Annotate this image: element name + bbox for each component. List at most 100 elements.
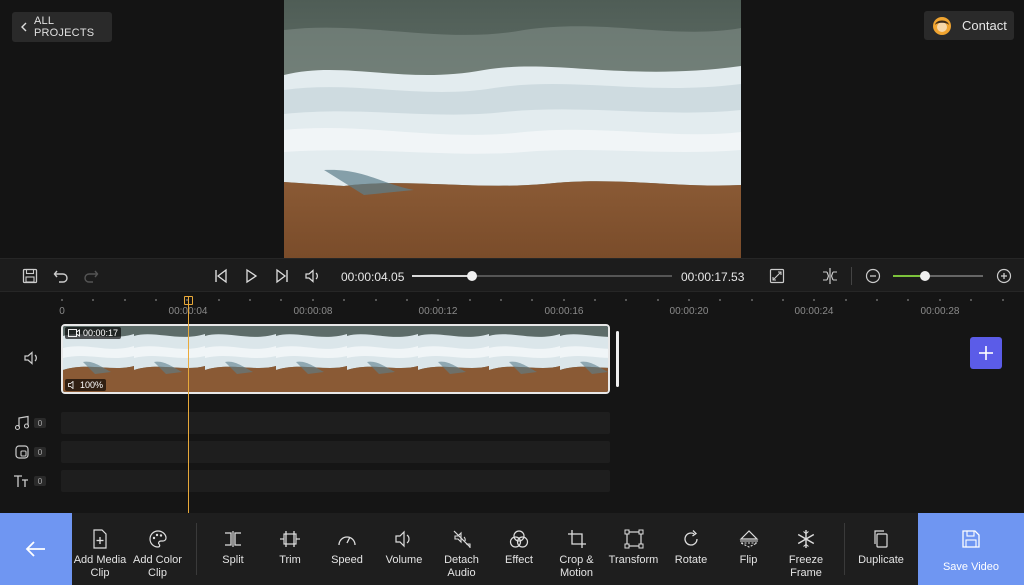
skip-back-icon[interactable]: [212, 267, 230, 285]
split-icon: [223, 529, 243, 549]
ruler-tick: [437, 299, 440, 301]
ruler-tick: [311, 299, 314, 301]
play-icon[interactable]: [242, 267, 260, 285]
speed-button[interactable]: Speed: [319, 513, 375, 585]
total-time: 00:00:17.53: [681, 270, 745, 284]
effect-icon: [509, 529, 529, 549]
rotate-button[interactable]: Rotate: [663, 513, 719, 585]
save-video-button[interactable]: Save Video: [918, 513, 1024, 585]
ruler-tick: [249, 299, 252, 301]
ruler-tick: [719, 299, 722, 301]
overlay-track[interactable]: [61, 441, 610, 463]
crop-icon: [567, 529, 587, 549]
clip-volume-badge: 100%: [65, 379, 107, 391]
volume-button[interactable]: Volume: [376, 513, 432, 585]
trim-icon: [279, 529, 301, 549]
avatar-icon: [932, 16, 952, 36]
ruler-tick: [405, 299, 408, 301]
ruler-tick: [343, 299, 346, 301]
video-preview[interactable]: [284, 0, 741, 258]
detach-audio-button[interactable]: Detach Audio: [433, 513, 490, 585]
transform-button[interactable]: Transform: [605, 513, 662, 585]
clip-duration-badge: 00:00:17: [65, 327, 122, 339]
add-media-clip-button[interactable]: Add Media Clip: [72, 513, 128, 585]
divider: [851, 267, 852, 285]
clip-duration: 00:00:17: [83, 328, 119, 338]
back-button[interactable]: [0, 513, 72, 585]
timeline[interactable]: 0 00:00:04 00:00:08 00:00:12 00:00:16 00…: [0, 293, 1024, 513]
ruler-tick: [938, 299, 941, 301]
tool-label: Add Media Clip: [73, 554, 127, 579]
snap-icon[interactable]: [821, 267, 839, 285]
music-icon: [13, 415, 31, 431]
playhead[interactable]: [188, 297, 189, 513]
fullscreen-icon[interactable]: [768, 267, 786, 285]
timeline-ruler[interactable]: 0 00:00:04 00:00:08 00:00:12 00:00:16 00…: [0, 293, 1024, 321]
seek-slider[interactable]: [412, 271, 672, 281]
flip-icon: [738, 529, 760, 549]
volume-icon: [394, 529, 414, 549]
preview-area: ALL PROJECTS Contact: [0, 0, 1024, 258]
zoom-in-icon[interactable]: [995, 267, 1013, 285]
ruler-tick: [970, 299, 973, 301]
speaker-icon: [68, 381, 77, 389]
redo-icon[interactable]: [82, 267, 100, 285]
overlay-icon: [13, 444, 31, 460]
ruler-tick: [813, 299, 816, 301]
effect-button[interactable]: Effect: [491, 513, 547, 585]
ruler-tick: [656, 299, 659, 301]
text-track-count: 0: [34, 476, 46, 486]
ruler-tick: [280, 299, 283, 301]
ruler-tick: [155, 299, 158, 301]
zoom-slider-handle[interactable]: [919, 271, 930, 281]
ruler-tick: [844, 299, 847, 301]
ruler-tick: [92, 299, 95, 301]
crop-motion-button[interactable]: Crop & Motion: [548, 513, 605, 585]
volume-icon[interactable]: [304, 267, 322, 285]
ruler-label: 00:00:08: [293, 306, 333, 317]
zoom-out-icon[interactable]: [864, 267, 882, 285]
speedometer-icon: [337, 529, 357, 549]
contact-label: Contact: [962, 18, 1007, 33]
snowflake-icon: [796, 529, 816, 549]
add-file-icon: [91, 529, 109, 549]
tool-label: Save Video: [942, 561, 1000, 573]
add-track-button[interactable]: [970, 337, 1002, 369]
palette-icon: [148, 529, 168, 549]
save-icon[interactable]: [21, 267, 39, 285]
track-volume-icon[interactable]: [22, 350, 42, 366]
add-color-clip-button[interactable]: Add Color Clip: [129, 513, 186, 585]
duplicate-button[interactable]: Duplicate: [852, 513, 910, 585]
playhead-handle[interactable]: [184, 296, 193, 305]
skip-forward-icon[interactable]: [273, 267, 291, 285]
ruler-tick: [123, 299, 126, 301]
contact-button[interactable]: Contact: [924, 11, 1014, 40]
ruler-tick: [876, 299, 879, 301]
seek-slider-handle[interactable]: [467, 271, 478, 281]
ruler-label: 00:00:16: [544, 306, 584, 317]
undo-icon[interactable]: [52, 267, 70, 285]
split-button[interactable]: Split: [205, 513, 261, 585]
audio-track[interactable]: [61, 412, 610, 434]
plus-icon: [979, 346, 993, 360]
clip-volume: 100%: [80, 380, 104, 390]
trim-button[interactable]: Trim: [262, 513, 318, 585]
tool-label: Rotate: [674, 554, 708, 566]
ruler-label: 00:00:28: [920, 306, 960, 317]
ruler-label: 00:00:20: [669, 306, 709, 317]
tool-label: Freeze Frame: [788, 554, 824, 579]
video-clip[interactable]: 00:00:17 100%: [61, 324, 610, 394]
zoom-slider[interactable]: [893, 271, 983, 281]
ruler-tick: [374, 299, 377, 301]
overlay-track-count: 0: [34, 447, 46, 457]
detach-audio-icon: [452, 529, 472, 549]
tool-label: Flip: [739, 554, 758, 566]
ruler-tick: [499, 299, 502, 301]
text-track[interactable]: [61, 470, 610, 492]
freeze-frame-button[interactable]: Freeze Frame: [778, 513, 834, 585]
ruler-tick: [782, 299, 785, 301]
ruler-label: 00:00:12: [418, 306, 458, 317]
all-projects-button[interactable]: ALL PROJECTS: [12, 12, 112, 42]
flip-button[interactable]: Flip: [720, 513, 777, 585]
clip-trim-handle[interactable]: [616, 331, 619, 387]
